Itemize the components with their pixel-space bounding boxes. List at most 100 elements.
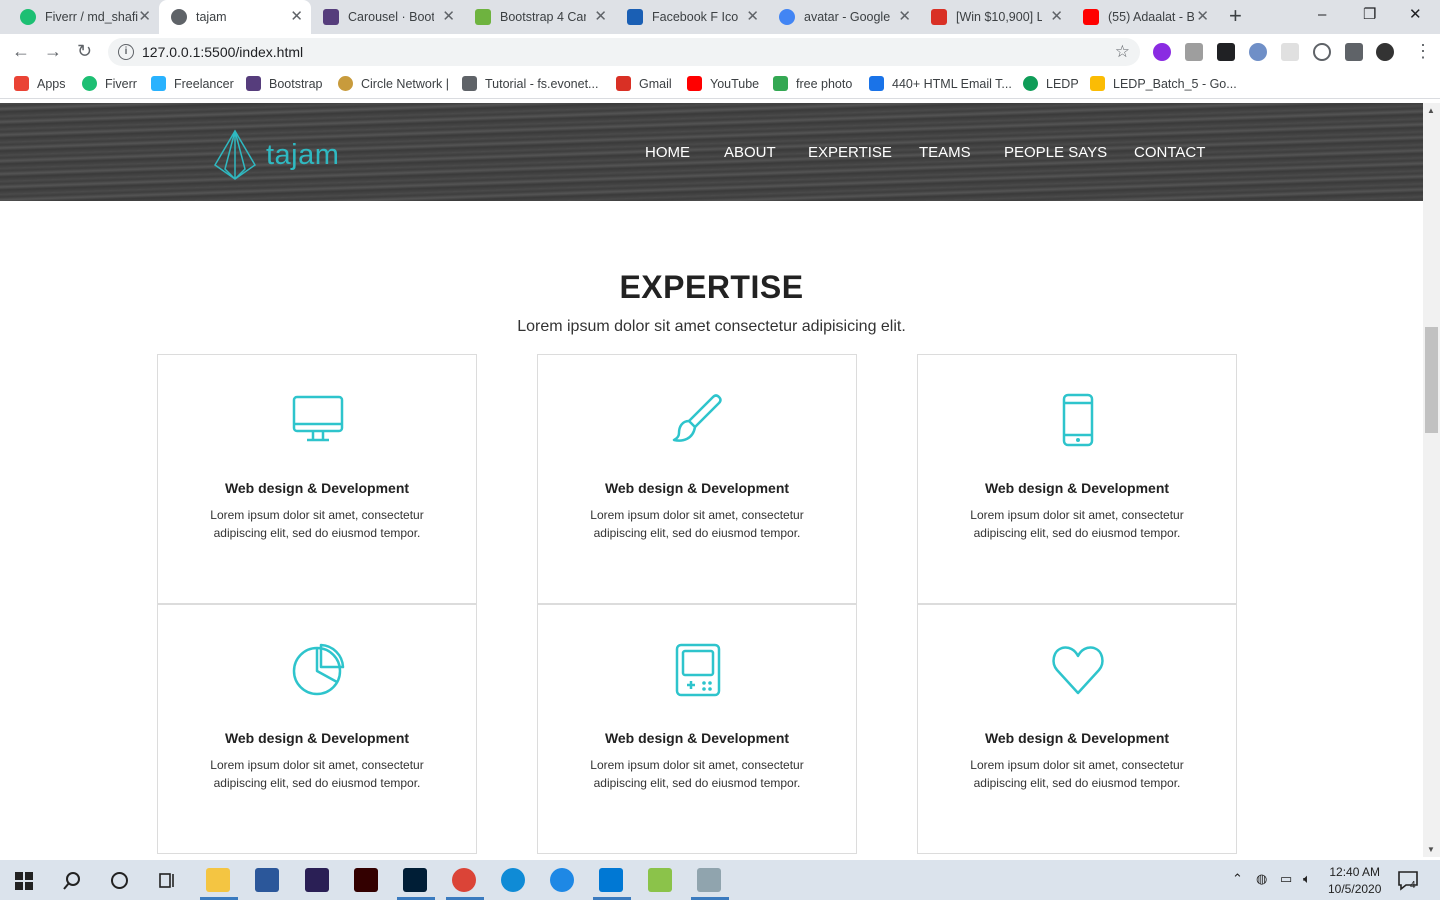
site-info-icon[interactable]: i bbox=[118, 44, 134, 60]
logo-text: tajam bbox=[266, 138, 340, 171]
nav-people-says[interactable]: PEOPLE SAYS bbox=[1004, 144, 1107, 161]
tab-close-icon[interactable]: ✕ bbox=[1196, 9, 1209, 25]
gmail-favicon-icon bbox=[931, 9, 947, 25]
reload-button[interactable]: ↻ bbox=[77, 41, 92, 61]
bookmark-item[interactable]: Tutorial - fs.evonet... bbox=[462, 76, 598, 91]
maximize-button[interactable]: ❐ bbox=[1363, 4, 1376, 26]
bookmark-item[interactable]: Freelancer bbox=[151, 76, 234, 91]
browser-tab[interactable]: Bootstrap 4 Cards ✕ bbox=[463, 0, 615, 34]
file-explorer-icon[interactable] bbox=[206, 868, 230, 892]
nav-expertise[interactable]: EXPERTISE bbox=[808, 144, 892, 161]
nav-home[interactable]: HOME bbox=[645, 144, 690, 161]
url-text[interactable]: 127.0.0.1:5500/index.html bbox=[142, 44, 303, 60]
profile-avatar-icon[interactable] bbox=[1376, 43, 1394, 61]
notification-center-icon[interactable] bbox=[1398, 871, 1420, 891]
vscode-icon[interactable] bbox=[599, 868, 623, 892]
scrollbar-thumb[interactable] bbox=[1425, 327, 1438, 433]
bookmark-item[interactable]: YouTube bbox=[687, 76, 759, 91]
browser-tab[interactable]: Fiverr / md_shafi ✕ bbox=[0, 0, 159, 34]
site-logo[interactable]: tajam bbox=[212, 129, 339, 181]
clock-date: 10/5/2020 bbox=[1328, 882, 1382, 896]
tab-close-icon[interactable]: ✕ bbox=[290, 9, 303, 25]
fiverr-icon bbox=[82, 76, 97, 91]
volume-icon[interactable]: 🔈︎ bbox=[1303, 871, 1311, 887]
bookmark-item[interactable]: Circle Network | bbox=[338, 76, 449, 91]
app-icon[interactable] bbox=[550, 868, 574, 892]
tab-title: avatar - Google Search bbox=[804, 10, 890, 24]
tab-title: (55) Adaalat - Be bbox=[1108, 10, 1194, 24]
apps-grid-icon bbox=[14, 76, 29, 91]
gameboy-icon bbox=[675, 643, 721, 697]
cortana-icon[interactable] bbox=[110, 871, 129, 890]
browser-tab[interactable]: Carousel · Bootstrap ✕ bbox=[311, 0, 463, 34]
card-title: Web design & Development bbox=[224, 730, 410, 746]
extension-icon[interactable] bbox=[1281, 43, 1299, 61]
search-icon[interactable] bbox=[62, 871, 82, 891]
extension-icon[interactable] bbox=[1217, 43, 1235, 61]
browser-tab-active[interactable]: tajam ✕ bbox=[159, 0, 311, 34]
menu-kebab-icon[interactable]: ⋮ bbox=[1414, 41, 1432, 61]
address-bar[interactable]: i 127.0.0.1:5500/index.html ☆ bbox=[108, 38, 1140, 66]
bookmark-item[interactable]: Gmail bbox=[616, 76, 672, 91]
nav-about[interactable]: ABOUT bbox=[724, 144, 776, 161]
task-view-icon[interactable] bbox=[158, 871, 177, 890]
browser-tab[interactable]: avatar - Google Search ✕ bbox=[767, 0, 919, 34]
bookmark-item[interactable]: 440+ HTML Email T... bbox=[869, 76, 1012, 91]
extension-icon[interactable] bbox=[1153, 43, 1171, 61]
tray-chevron-icon[interactable]: ⌃ bbox=[1232, 871, 1243, 887]
tab-title: tajam bbox=[196, 10, 227, 24]
bookmark-item[interactable]: Apps bbox=[14, 76, 66, 91]
close-window-button[interactable]: ✕ bbox=[1409, 4, 1422, 26]
expertise-card: Web design & Development Lorem ipsum dol… bbox=[157, 354, 477, 604]
card-text: Lorem ipsum dolor sit amet, consectetur … bbox=[210, 758, 424, 790]
tab-close-icon[interactable]: ✕ bbox=[138, 9, 151, 25]
after-effects-icon[interactable] bbox=[305, 868, 329, 892]
minimize-button[interactable]: – bbox=[1318, 4, 1326, 26]
pyramid-logo-icon bbox=[214, 129, 256, 180]
edge-icon[interactable] bbox=[501, 868, 525, 892]
bookmark-item[interactable]: free photo bbox=[773, 76, 852, 91]
tab-close-icon[interactable]: ✕ bbox=[898, 9, 911, 25]
scroll-up-arrow-icon[interactable]: ▲ bbox=[1427, 106, 1435, 115]
browser-tab[interactable]: Facebook F Icon ✕ bbox=[615, 0, 767, 34]
browser-tab[interactable]: [Win $10,900] Li ✕ bbox=[919, 0, 1071, 34]
system-clock[interactable]: 12:40 AM 10/5/2020 bbox=[1328, 864, 1381, 898]
tab-close-icon[interactable]: ✕ bbox=[746, 9, 759, 25]
folder-icon bbox=[462, 76, 477, 91]
tab-close-icon[interactable]: ✕ bbox=[594, 9, 607, 25]
puzzle-extensions-icon[interactable] bbox=[1345, 43, 1363, 61]
w3-favicon-icon bbox=[475, 9, 491, 25]
tab-close-icon[interactable]: ✕ bbox=[442, 9, 455, 25]
word-icon[interactable] bbox=[255, 868, 279, 892]
extension-icon[interactable] bbox=[1313, 43, 1331, 61]
chrome-icon[interactable] bbox=[452, 868, 476, 892]
gmail-icon bbox=[616, 76, 631, 91]
app-icon[interactable] bbox=[648, 868, 672, 892]
photoshop-icon[interactable] bbox=[403, 868, 427, 892]
bookmark-item[interactable]: Fiverr bbox=[82, 76, 137, 91]
bookmark-item[interactable]: Bootstrap bbox=[246, 76, 323, 91]
back-button[interactable]: ← bbox=[12, 41, 30, 61]
expertise-card: Web design & Development Lorem ipsum dol… bbox=[917, 354, 1237, 604]
windows-start-icon[interactable] bbox=[15, 872, 33, 890]
vertical-scrollbar[interactable]: ▲ ▼ bbox=[1423, 103, 1440, 857]
nav-teams[interactable]: TEAMS bbox=[919, 144, 971, 161]
tab-close-icon[interactable]: ✕ bbox=[1050, 9, 1063, 25]
forward-button[interactable]: → bbox=[44, 41, 62, 61]
scroll-down-arrow-icon[interactable]: ▼ bbox=[1427, 845, 1435, 854]
app-icon[interactable] bbox=[697, 868, 721, 892]
network-icon[interactable]: ▭ bbox=[1280, 871, 1292, 887]
new-tab-button[interactable]: + bbox=[1229, 4, 1242, 28]
bookmark-star-icon[interactable]: ☆ bbox=[1115, 42, 1130, 62]
extension-icon[interactable] bbox=[1185, 43, 1203, 61]
bookmark-item[interactable]: LEDP_Batch_5 - Go... bbox=[1090, 76, 1237, 91]
bootstrap-icon bbox=[246, 76, 261, 91]
bookmark-item[interactable]: LEDP bbox=[1023, 76, 1079, 91]
illustrator-icon[interactable] bbox=[354, 868, 378, 892]
expertise-card: Web design & Development Lorem ipsum dol… bbox=[537, 604, 857, 854]
windows-taskbar: ⌃ ◍ ▭ 🔈︎ 12:40 AM 10/5/2020 4 bbox=[0, 860, 1440, 900]
tray-app-icon[interactable]: ◍ bbox=[1256, 871, 1267, 887]
browser-tab[interactable]: (55) Adaalat - Be ✕ bbox=[1071, 0, 1217, 34]
extension-icon[interactable] bbox=[1249, 43, 1267, 61]
nav-contact[interactable]: CONTACT bbox=[1134, 144, 1205, 161]
